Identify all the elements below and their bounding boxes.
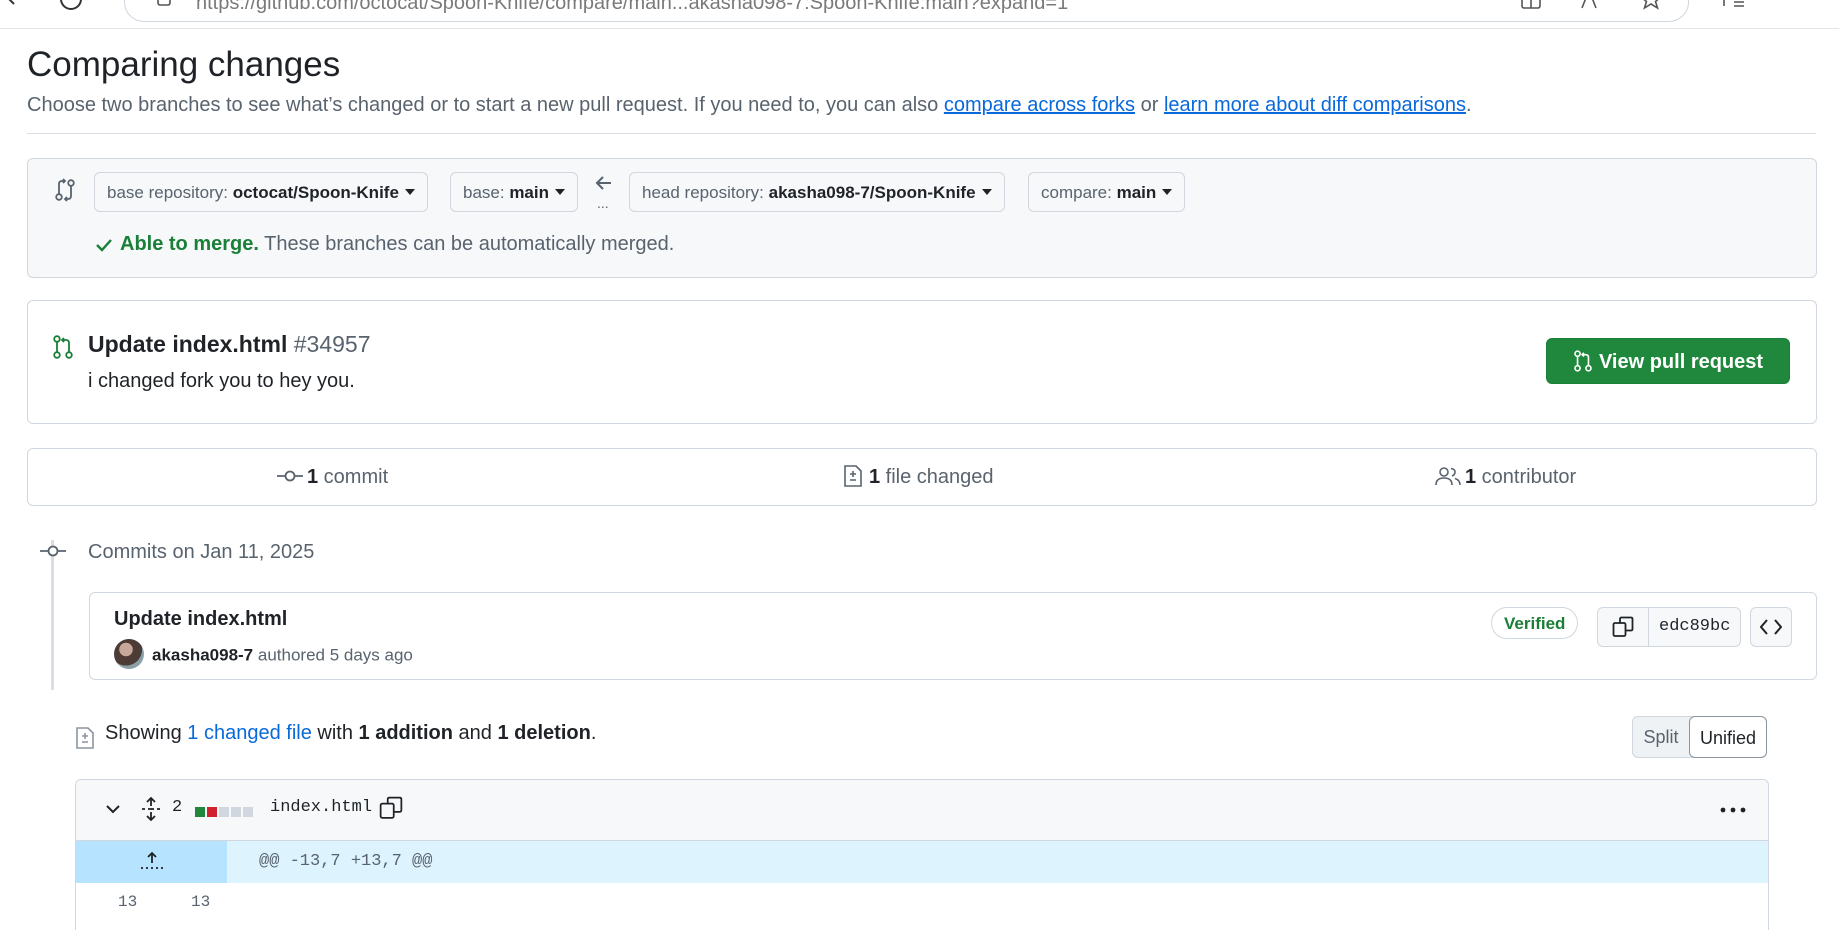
reader-view-icon[interactable] <box>1520 0 1542 10</box>
changed-files-link[interactable]: 1 changed file <box>187 722 312 744</box>
caret-down-icon <box>981 188 992 195</box>
diffstat-block <box>243 807 253 817</box>
diffstat-blocks <box>195 804 255 822</box>
compare-stats-bar: 1 commit 1 file changed 1 contributor <box>27 448 1817 506</box>
pull-request-title[interactable]: Update index.html #34957 <box>88 331 371 358</box>
arrow-dots: ... <box>597 195 609 211</box>
file-diff-icon <box>75 726 95 750</box>
people-icon <box>1435 466 1461 486</box>
chevron-down-icon[interactable] <box>104 800 122 818</box>
pull-request-description: i changed fork you to hey you. <box>88 370 355 392</box>
compare-branch-select[interactable]: compare: main <box>1028 172 1186 212</box>
file-header: 2 index.html <box>76 780 1768 841</box>
file-diff-icon <box>843 464 863 488</box>
file-diff: 2 index.html @@ -13,7 +13,7 @@ 13 13 <box>75 779 1769 930</box>
commit-author-link[interactable]: akasha098-7 <box>152 645 253 664</box>
base-repository-select[interactable]: base repository: octocat/Spoon-Knife <box>94 172 428 212</box>
pull-request-number: #34957 <box>293 331 371 357</box>
split-view-button[interactable]: Split <box>1633 717 1689 757</box>
git-commit-icon <box>277 469 303 483</box>
file-change-count: 2 <box>172 798 183 817</box>
merge-status: Able to merge. These branches can be aut… <box>94 233 674 256</box>
hunk-header-row: @@ -13,7 +13,7 @@ <box>76 841 1768 883</box>
git-pull-request-icon <box>1573 350 1593 372</box>
address-url: https://github.com/octocat/Spoon-Knife/c… <box>196 0 1069 14</box>
unfold-up-icon <box>140 851 164 871</box>
commits-stat[interactable]: 1 commit <box>277 449 388 505</box>
copy-icon <box>1612 616 1634 638</box>
diff-view-toggle: Split Unified <box>1632 716 1767 758</box>
expand-up-button[interactable] <box>76 841 227 883</box>
commit-sha-group: edc89bc <box>1597 607 1741 647</box>
caret-down-icon <box>1162 188 1173 195</box>
caret-down-icon <box>555 188 565 195</box>
favorite-icon[interactable] <box>1640 0 1662 10</box>
commit-timeline-line <box>51 540 54 690</box>
head-repository-select[interactable]: head repository: akasha098-7/Spoon-Knife <box>629 172 1005 212</box>
page-title: Comparing changes <box>27 45 341 84</box>
compare-across-forks-link[interactable]: compare across forks <box>944 94 1135 116</box>
existing-pull-request-box: Update index.html #34957 i changed fork … <box>27 300 1817 424</box>
compare-range-box: base repository: octocat/Spoon-Knife bas… <box>27 158 1817 278</box>
learn-diff-comparisons-link[interactable]: learn more about diff comparisons <box>1164 94 1466 116</box>
refresh-icon[interactable] <box>58 0 82 10</box>
back-icon[interactable] <box>4 0 26 12</box>
browse-repository-button[interactable] <box>1750 607 1792 647</box>
browser-toolbar: https://github.com/octocat/Spoon-Knife/c… <box>0 0 1839 29</box>
diffstat-block <box>231 807 241 817</box>
diff-summary: Showing 1 changed file with 1 addition a… <box>105 722 597 744</box>
page-subtitle: Choose two branches to see what’s change… <box>27 94 1472 116</box>
verified-badge[interactable]: Verified <box>1491 607 1579 639</box>
git-pull-request-icon <box>52 335 74 359</box>
diffstat-block <box>195 807 205 817</box>
avatar[interactable] <box>114 639 144 669</box>
git-commit-icon <box>40 541 66 561</box>
caret-down-icon <box>404 188 415 195</box>
unified-view-button[interactable]: Unified <box>1689 716 1767 758</box>
diffstat-block <box>207 807 217 817</box>
commit-item: Update index.html akasha098-7 authored 5… <box>89 592 1817 680</box>
read-aloud-icon[interactable] <box>1578 0 1600 10</box>
code-icon <box>1751 608 1791 646</box>
diffstat-block <box>219 807 229 817</box>
commits-date-heading: Commits on Jan 11, 2025 <box>88 541 315 563</box>
copy-icon[interactable] <box>379 796 403 820</box>
commit-meta: akasha098-7 authored 5 days ago <box>114 639 413 671</box>
contributors-stat[interactable]: 1 contributor <box>1435 449 1576 505</box>
hunk-header: @@ -13,7 +13,7 @@ <box>259 852 433 871</box>
view-pull-request-button[interactable]: View pull request <box>1546 338 1790 384</box>
check-icon <box>94 235 114 255</box>
copy-sha-button[interactable] <box>1598 608 1649 646</box>
base-branch-select[interactable]: base: main <box>450 172 578 212</box>
files-changed-stat[interactable]: 1 file changed <box>843 449 994 505</box>
kebab-horizontal-icon[interactable] <box>1720 807 1746 813</box>
commit-title-link[interactable]: Update index.html <box>114 608 287 631</box>
commit-sha-link[interactable]: edc89bc <box>1659 608 1730 646</box>
file-name-link[interactable]: index.html <box>270 798 372 817</box>
header-divider <box>27 133 1816 134</box>
expand-all-icon[interactable] <box>140 797 162 821</box>
arrow-left-icon <box>594 173 614 193</box>
git-compare-icon <box>54 178 76 202</box>
site-info-icon[interactable] <box>155 0 177 12</box>
collections-icon[interactable] <box>1722 0 1744 10</box>
